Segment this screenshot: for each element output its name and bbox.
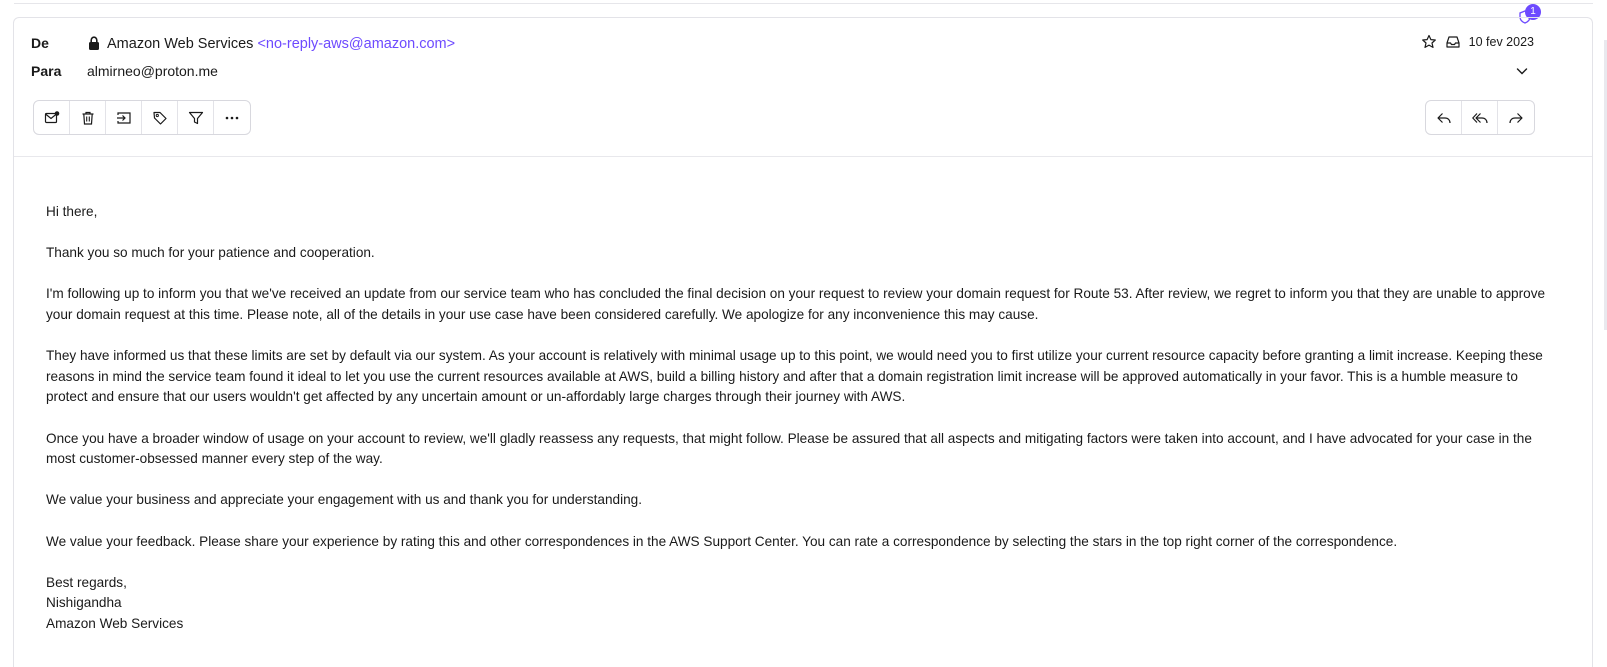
- reply-icon: [1436, 112, 1451, 123]
- label-button[interactable]: [142, 101, 178, 134]
- body-paragraph: Once you have a broader window of usage …: [46, 430, 1532, 467]
- signature-name: Nishigandha: [46, 595, 122, 611]
- mark-unread-button[interactable]: [34, 101, 70, 134]
- sender-address: <no-reply-aws@amazon.com>: [257, 36, 456, 52]
- reply-toolbar: [1425, 100, 1535, 135]
- inbox-icon: [1446, 36, 1460, 48]
- signature-company: Amazon Web Services: [46, 615, 184, 631]
- sender[interactable]: Amazon Web Services <no-reply-aws@amazon…: [107, 36, 455, 52]
- move-to-folder-button[interactable]: [106, 101, 142, 134]
- body-paragraph: I'm following up to inform you that we'v…: [46, 286, 1546, 322]
- label-tag-icon: [152, 111, 167, 125]
- more-options-button[interactable]: [214, 101, 250, 134]
- reply-all-icon: [1471, 112, 1488, 123]
- to-label: Para: [31, 63, 62, 79]
- body-paragraph: We value your feedback. Please share you…: [46, 533, 1398, 549]
- delete-button[interactable]: [70, 101, 106, 134]
- header-divider: [14, 156, 1592, 157]
- filter-button[interactable]: [178, 101, 214, 134]
- message-actions-toolbar: [33, 100, 251, 135]
- message-meta: 10 fev 2023: [1421, 34, 1534, 50]
- move-to-folder-icon: [116, 111, 131, 124]
- message-body: Hi there, Thank you so much for your pat…: [46, 202, 1546, 634]
- more-options-icon: [225, 116, 239, 119]
- body-paragraph: Thank you so much for your patience and …: [46, 245, 375, 261]
- chevron-down-icon[interactable]: [1515, 64, 1529, 78]
- trash-icon: [82, 111, 93, 125]
- lock-icon[interactable]: [88, 36, 100, 50]
- forward-icon: [1509, 112, 1523, 123]
- body-paragraph: They have informed us that these limits …: [46, 348, 1543, 405]
- body-paragraph: We value your business and appreciate yo…: [46, 492, 642, 508]
- sender-name: Amazon Web Services: [107, 36, 254, 52]
- mark-unread-icon: [44, 110, 59, 123]
- closing: Best regards,: [46, 574, 127, 590]
- previous-message-edge: [14, 0, 1593, 4]
- message-date: 10 fev 2023: [1468, 35, 1534, 49]
- star-icon[interactable]: [1421, 34, 1437, 50]
- reply-all-button[interactable]: [1462, 101, 1498, 134]
- reply-button[interactable]: [1426, 101, 1462, 134]
- recipient-address[interactable]: almirneo@proton.me: [87, 63, 218, 79]
- filter-icon: [188, 111, 203, 124]
- from-label: De: [31, 35, 49, 51]
- greeting: Hi there,: [46, 204, 98, 219]
- forward-button[interactable]: [1498, 101, 1534, 134]
